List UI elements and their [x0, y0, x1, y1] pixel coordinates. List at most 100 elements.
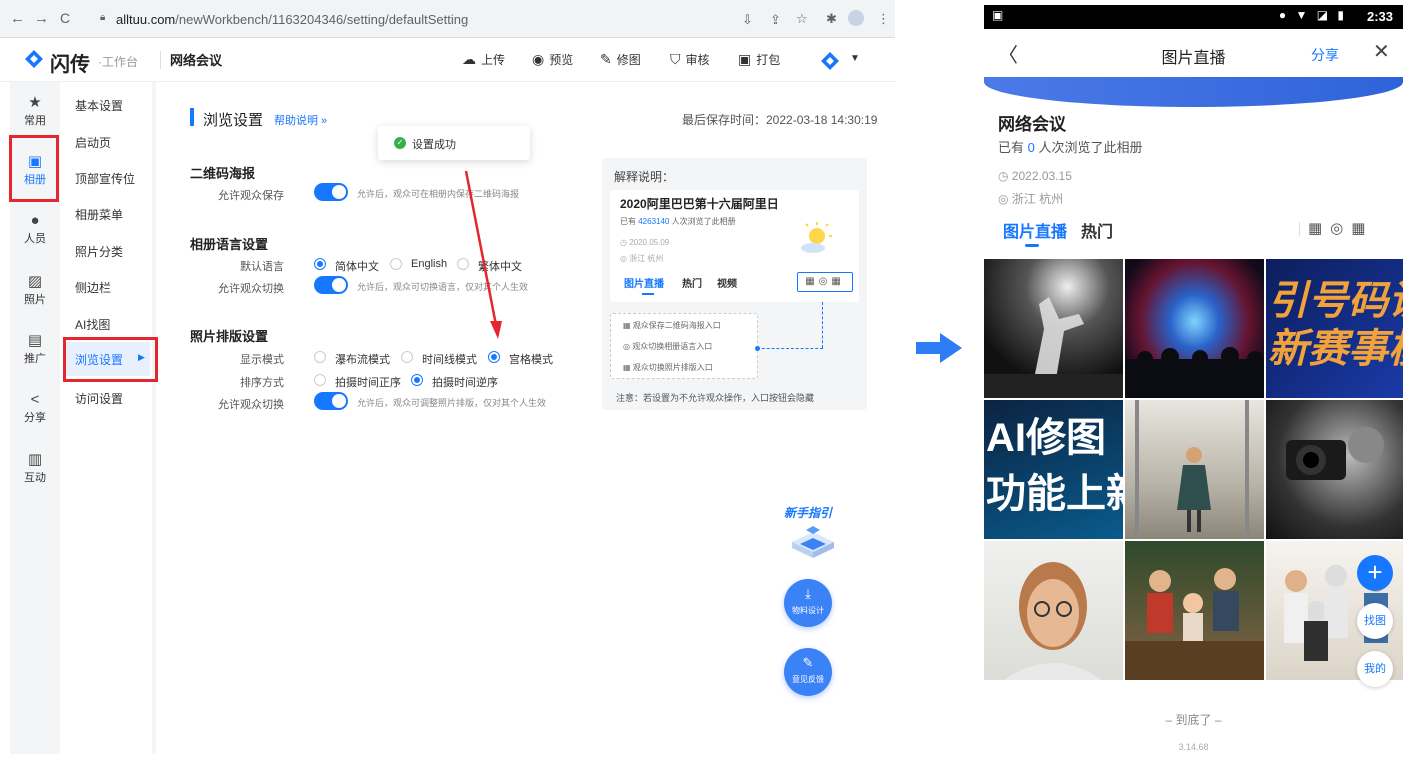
install-icon[interactable]: ⇩	[742, 12, 753, 28]
account-logo-icon[interactable]	[820, 51, 840, 71]
layout-switch-toggle[interactable]	[314, 392, 348, 410]
preview-date: ◷ 2020.05.09	[620, 238, 670, 247]
radio-simplified-chinese[interactable]	[314, 258, 326, 270]
radio-waterfall[interactable]	[314, 351, 326, 363]
radio-label: 拍摄时间逆序	[432, 377, 498, 389]
mobile-preview: ▣ ● ▼ ◪ ▮ 2:33 〈 图片直播 分享 ✕ 网络会议 已有 0 人次浏…	[984, 5, 1403, 761]
menu-kebab-icon[interactable]: ⋮	[877, 11, 890, 27]
subnav-album-menu[interactable]: 相册菜单	[75, 206, 123, 223]
address-bar[interactable]: 🔒︎ alltuu.com/newWorkbench/1163204346/se…	[88, 6, 878, 32]
display-mode-label: 显示模式	[240, 354, 284, 366]
retouch-button[interactable]: ✎ 修图	[600, 51, 641, 68]
tab-hot[interactable]: 热门	[1081, 218, 1113, 242]
share-icon: <	[30, 391, 40, 408]
share-page-icon[interactable]: ⇪	[770, 12, 781, 28]
photo-icon: ▨	[27, 273, 43, 290]
feedback-button[interactable]: ✎ 意见反馈	[784, 648, 832, 696]
sidebar-item-interaction[interactable]: ▥ 互动	[10, 452, 60, 485]
sidebar-item-label: 推广	[24, 353, 46, 365]
brush-icon: ✎	[600, 51, 612, 67]
my-photos-button[interactable]: 我的	[1357, 651, 1393, 687]
sidebar-item-people[interactable]: ● 人员	[10, 213, 60, 246]
section-title-language: 相册语言设置	[190, 237, 269, 252]
upload-button[interactable]: ☁ 上传	[462, 51, 505, 68]
album-banner	[984, 77, 1403, 107]
promo-ai-text: AI修图 功能上新	[986, 416, 1123, 516]
logo-icon	[25, 50, 43, 68]
preview-card: 2020阿里巴巴第十六届阿里日 已有 4263140 人次浏览了此相册 ◷ 20…	[610, 190, 859, 302]
preview-tab-video: 视频	[717, 279, 737, 290]
subnav-visit-settings[interactable]: 访问设置	[75, 390, 123, 407]
end-of-list: – 到底了 –	[1165, 713, 1222, 727]
highlight-box-browse	[63, 337, 158, 382]
subnav-basic-settings[interactable]: 基本设置	[75, 97, 123, 114]
extensions-icon[interactable]: ✱	[826, 11, 837, 27]
radio-sort-desc[interactable]	[411, 374, 423, 386]
mobile-views-prefix: 已有	[998, 140, 1028, 155]
brand-subtitle: ·工作台	[98, 55, 138, 69]
language-entry-item: ◎ 观众切换相册语言入口	[623, 342, 713, 351]
back-icon[interactable]: ←	[10, 10, 25, 27]
material-design-button[interactable]: ⤓ 物料设计	[784, 579, 832, 627]
edit-icon: ✎	[802, 655, 814, 670]
version-label: 3.14.68	[1178, 742, 1209, 752]
preview-view-count: 已有 4263140 人次浏览了此相册	[620, 216, 736, 227]
radio-english[interactable]	[390, 258, 402, 270]
photo-promo-ai[interactable]: AI修图 功能上新	[984, 400, 1123, 539]
mobile-toolbar-icons[interactable]: ▦◎▦	[1308, 219, 1373, 237]
find-photo-button[interactable]: 找图	[1357, 603, 1393, 639]
qr-save-toggle[interactable]	[314, 183, 348, 201]
photo-dancers[interactable]	[984, 259, 1123, 398]
sidebar-item-label: 常用	[24, 115, 46, 127]
preview-button[interactable]: ◉ 预览	[532, 51, 573, 68]
radio-sort-asc[interactable]	[314, 374, 326, 386]
guide-label: 新手指引	[784, 506, 833, 520]
subnav-photo-category[interactable]: 照片分类	[75, 243, 123, 260]
preview-tab-live: 图片直播	[624, 279, 664, 290]
project-name: 网络会议	[170, 53, 223, 68]
chevron-down-icon[interactable]: ▼	[850, 53, 860, 64]
review-button[interactable]: ⛉ 审核	[670, 51, 710, 68]
share-button[interactable]: 分享	[1311, 45, 1339, 65]
subnav-ai-search[interactable]: AI找图	[75, 316, 110, 333]
forward-icon[interactable]: →	[34, 10, 49, 27]
photo-family[interactable]	[1125, 541, 1264, 680]
qr-save-label: 允许观众保存	[218, 190, 284, 202]
sidebar-item-photos[interactable]: ▨ 照片	[10, 274, 60, 307]
profile-avatar[interactable]	[848, 10, 864, 26]
photo-promo-number[interactable]: 引号码识 新赛事模	[1266, 259, 1403, 398]
highlight-box-album	[9, 135, 59, 202]
subnav-splash[interactable]: 启动页	[75, 134, 111, 151]
photo-portrait[interactable]	[984, 541, 1123, 680]
help-link[interactable]: 帮助说明 »	[274, 112, 327, 128]
radio-label: 拍摄时间正序	[335, 377, 401, 389]
secondary-sidebar: 基本设置 启动页 顶部宣传位 相册菜单 照片分类 侧边栏 AI找图 访问设置	[60, 82, 156, 754]
subnav-top-banner[interactable]: 顶部宣传位	[75, 170, 135, 187]
bookmark-star-icon[interactable]: ☆	[796, 11, 808, 27]
radio-label: 瀑布流模式	[335, 354, 390, 366]
family-figures	[1125, 568, 1264, 680]
sun-cloud-illustration	[801, 222, 832, 253]
reload-icon[interactable]: C	[60, 10, 70, 26]
sidebar-item-promotion[interactable]: ▤ 推广	[10, 333, 60, 366]
photo-photographer[interactable]	[1266, 400, 1403, 539]
layout-switch-label: 允许观众切换	[218, 399, 284, 411]
radio-grid[interactable]	[488, 351, 500, 363]
subnav-sidebar[interactable]: 侧边栏	[75, 279, 111, 296]
sidebar-item-share[interactable]: < 分享	[10, 392, 60, 425]
radio-label: 宫格模式	[509, 354, 553, 366]
tab-live[interactable]: 图片直播	[1003, 218, 1067, 242]
new-user-guide[interactable]: 新手指引	[778, 502, 848, 566]
close-icon[interactable]: ✕	[1373, 39, 1390, 64]
image-notification-icon: ▣	[992, 8, 1004, 22]
sidebar-item-common[interactable]: ★ 常用	[10, 95, 60, 128]
layout-hint: 允许后，观众可调整照片排版，仅对其个人生效	[357, 398, 547, 408]
package-button[interactable]: ▣ 打包	[738, 51, 780, 68]
section-title-qr: 二维码海报	[190, 166, 256, 181]
dancer-silhouette	[984, 297, 1123, 398]
language-switch-toggle[interactable]	[314, 276, 348, 294]
photo-concert[interactable]	[1125, 259, 1264, 398]
add-button[interactable]: +	[1357, 555, 1393, 591]
radio-timeline[interactable]	[401, 351, 413, 363]
photo-girl-window[interactable]	[1125, 400, 1264, 539]
